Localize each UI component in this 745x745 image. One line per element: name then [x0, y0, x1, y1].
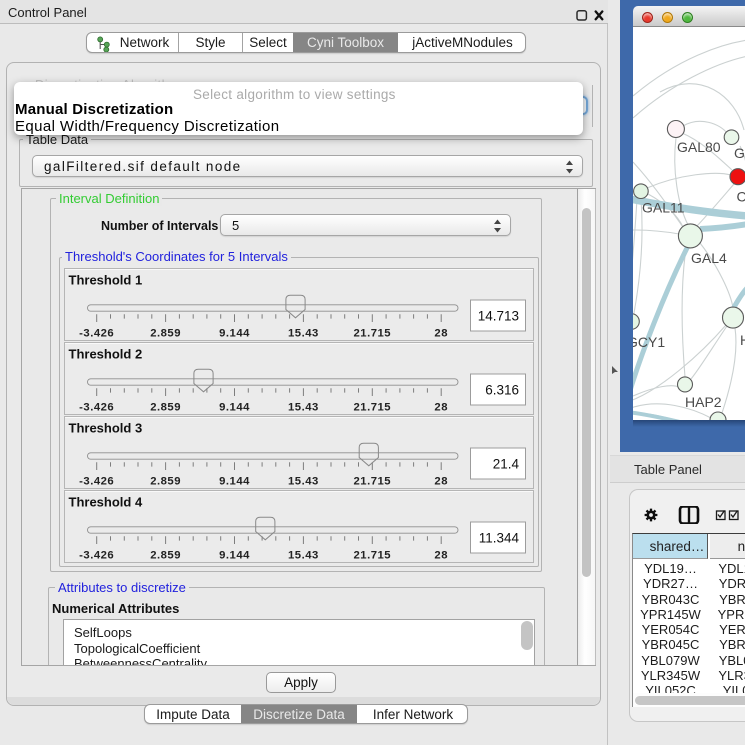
svg-text:28: 28 [434, 476, 448, 488]
svg-text:GAL4: GAL4 [691, 250, 727, 266]
svg-text:21.715: 21.715 [354, 476, 392, 488]
svg-text:9.144: 9.144 [219, 402, 250, 414]
svg-text:Threshold 4: Threshold 4 [69, 495, 143, 510]
svg-text:-3.426: -3.426 [79, 402, 114, 414]
svg-text:Threshold 2: Threshold 2 [69, 347, 143, 362]
svg-text:2.859: 2.859 [150, 402, 181, 414]
svg-text:HAP2: HAP2 [685, 394, 722, 410]
svg-text:GCY1: GCY1 [633, 334, 665, 350]
svg-text:28: 28 [434, 328, 448, 340]
svg-text:-3.426: -3.426 [79, 550, 114, 562]
svg-text:9.144: 9.144 [219, 550, 250, 562]
svg-text:21.715: 21.715 [354, 328, 392, 340]
svg-text:15.43: 15.43 [288, 328, 319, 340]
svg-text:9.144: 9.144 [219, 328, 250, 340]
svg-text:15.43: 15.43 [288, 402, 319, 414]
svg-text:Threshold 3: Threshold 3 [69, 421, 143, 436]
svg-text:21.715: 21.715 [354, 550, 392, 562]
svg-text:2.859: 2.859 [150, 328, 181, 340]
svg-text:28: 28 [434, 402, 448, 414]
svg-text:21.715: 21.715 [354, 402, 392, 414]
svg-text:28: 28 [434, 550, 448, 562]
svg-text:6.316: 6.316 [485, 383, 519, 398]
svg-text:21.4: 21.4 [493, 457, 520, 472]
svg-text:-3.426: -3.426 [79, 328, 114, 340]
svg-text:C: C [737, 189, 745, 205]
svg-text:14.713: 14.713 [478, 309, 519, 324]
svg-text:GA: GA [734, 145, 745, 161]
svg-text:2.859: 2.859 [150, 476, 181, 488]
svg-text:GAL80: GAL80 [677, 139, 721, 155]
svg-text:GAL11: GAL11 [642, 200, 685, 216]
svg-text:2.859: 2.859 [150, 550, 181, 562]
svg-text:15.43: 15.43 [288, 476, 319, 488]
svg-text:9.144: 9.144 [219, 476, 250, 488]
svg-text:-3.426: -3.426 [79, 476, 114, 488]
svg-text:11.344: 11.344 [479, 531, 520, 546]
svg-text:15.43: 15.43 [288, 550, 319, 562]
svg-text:Threshold 1: Threshold 1 [69, 273, 143, 288]
svg-text:H: H [740, 332, 745, 348]
